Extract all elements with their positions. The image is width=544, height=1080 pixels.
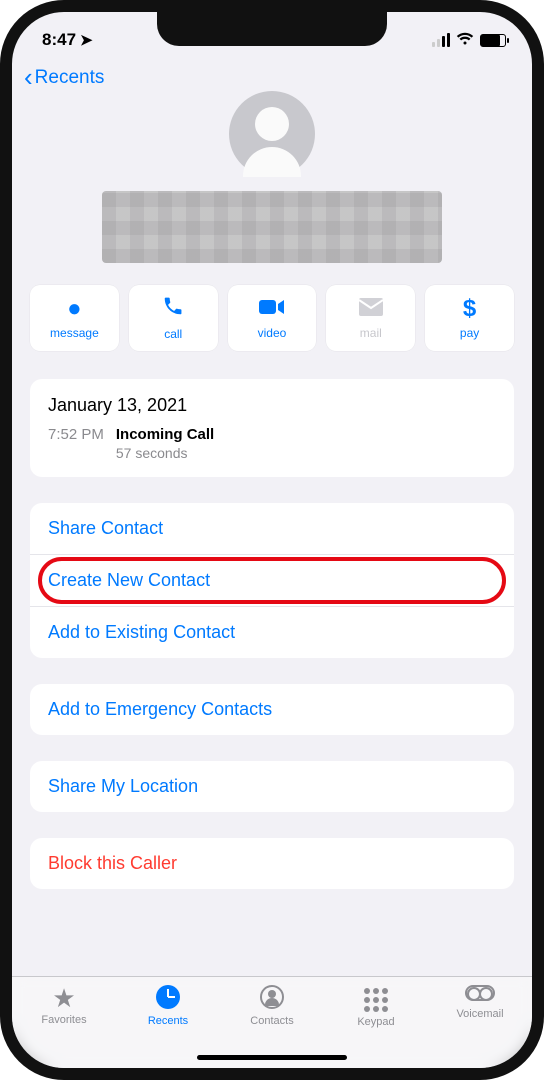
mail-label: mail [360,326,382,340]
pay-button[interactable]: $ pay [425,285,514,351]
create-new-contact-link[interactable]: Create New Contact [30,554,514,606]
voicemail-icon [465,985,495,1001]
iphone-frame: 8:47 ➤ ‹ Recents ● messa [0,0,544,1080]
tab-contacts[interactable]: Contacts [220,985,324,1027]
block-caller-link[interactable]: Block this Caller [30,838,514,889]
call-duration: 57 seconds [116,445,214,461]
tab-keypad[interactable]: Keypad [324,985,428,1028]
person-circle-icon [260,985,284,1009]
share-contact-label: Share Contact [48,518,163,538]
tab-recents[interactable]: Recents [116,985,220,1027]
phone-icon [162,295,184,322]
tab-bar: ★ Favorites Recents Contacts Keypad Voic… [12,976,532,1068]
dollar-icon: $ [463,297,476,321]
tab-voicemail-label: Voicemail [456,1008,503,1020]
share-contact-link[interactable]: Share Contact [30,503,514,554]
pay-label: pay [460,326,479,340]
keypad-icon [364,988,388,1012]
block-caller-label: Block this Caller [48,853,177,873]
mail-button: mail [326,285,415,351]
add-emergency-link[interactable]: Add to Emergency Contacts [30,684,514,735]
contact-header [30,91,514,263]
create-new-contact-label: Create New Contact [48,570,210,590]
message-label: message [50,326,99,340]
chevron-left-icon: ‹ [24,62,33,93]
status-icons [432,31,506,49]
call-entry: 7:52 PM Incoming Call 57 seconds [48,426,496,461]
video-icon [259,297,285,321]
avatar-placeholder-icon [229,91,315,177]
contact-actions-card: Share Contact Create New Contact Add to … [30,503,514,658]
add-existing-contact-label: Add to Existing Contact [48,622,235,642]
location-arrow-icon: ➤ [80,31,93,49]
call-button[interactable]: call [129,285,218,351]
status-time: 8:47 ➤ [42,30,93,50]
tab-favorites-label: Favorites [41,1014,86,1026]
call-label: call [164,327,182,341]
share-location-label: Share My Location [48,776,198,796]
call-time: 7:52 PM [48,426,104,461]
tab-favorites[interactable]: ★ Favorites [12,985,116,1026]
quick-actions-row: ● message call video mail [30,285,514,351]
block-caller-card: Block this Caller [30,838,514,889]
call-type: Incoming Call [116,426,214,443]
message-button[interactable]: ● message [30,285,119,351]
cell-signal-icon [432,33,450,47]
device-notch [157,12,387,46]
tab-recents-label: Recents [148,1015,188,1027]
battery-icon [480,34,506,47]
share-location-link[interactable]: Share My Location [30,761,514,812]
video-button[interactable]: video [228,285,317,351]
back-label: Recents [35,67,105,89]
add-emergency-label: Add to Emergency Contacts [48,699,272,719]
mail-icon [359,297,383,321]
star-icon: ★ [12,985,116,1011]
tab-contacts-label: Contacts [250,1015,293,1027]
message-icon: ● [67,297,82,321]
call-log-card: January 13, 2021 7:52 PM Incoming Call 5… [30,379,514,477]
tab-voicemail[interactable]: Voicemail [428,985,532,1020]
emergency-card: Add to Emergency Contacts [30,684,514,735]
clock-icon [156,985,180,1009]
tab-keypad-label: Keypad [357,1016,394,1028]
contact-name-redacted [102,191,442,263]
add-existing-contact-link[interactable]: Add to Existing Contact [30,606,514,658]
wifi-icon [456,31,474,49]
video-label: video [258,326,287,340]
clock-time: 8:47 [42,30,76,50]
back-button[interactable]: ‹ Recents [24,62,104,93]
share-location-card: Share My Location [30,761,514,812]
home-indicator[interactable] [197,1055,347,1060]
call-date: January 13, 2021 [48,395,496,416]
